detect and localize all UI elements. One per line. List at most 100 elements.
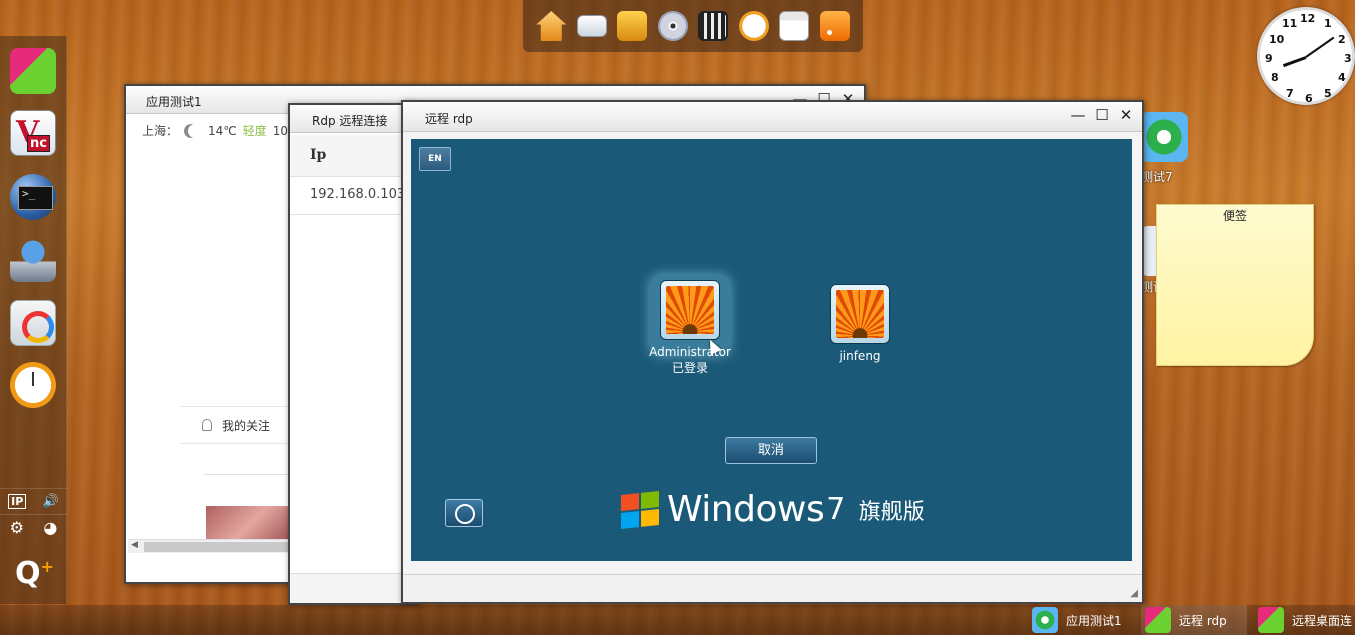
user-tile-administrator[interactable]: Administrator 已登录: [640, 275, 740, 376]
clock-number-8: 8: [1271, 71, 1279, 84]
weather-widget: 上海： 14℃ 轻度 108: [142, 122, 296, 139]
maximize-button[interactable]: ☐: [1094, 105, 1110, 125]
analog-clock: 12 1 2 3 4 5 6 7 8 9 10 11: [1257, 7, 1355, 105]
sidebar-tools: IP 🔊 ⚙ ◕: [0, 488, 67, 540]
rdp-connect-window[interactable]: Rdp 远程连接 Ip 192.168.0.103: [288, 103, 418, 605]
remote-rdp-icon: [1145, 607, 1171, 633]
ip-icon[interactable]: IP: [8, 494, 27, 509]
user-name: jinfeng: [839, 349, 881, 363]
brand-version: 7: [826, 492, 845, 527]
ease-of-access-button[interactable]: [445, 499, 483, 527]
clock-number-12: 12: [1300, 12, 1316, 25]
app-test1-icon: [1032, 607, 1058, 633]
taskbar-item-remote-desktop[interactable]: 远程桌面连: [1254, 605, 1352, 635]
briefcase-icon[interactable]: [617, 11, 648, 41]
minimize-button[interactable]: —: [1070, 105, 1086, 125]
monitor-icon[interactable]: [10, 300, 56, 346]
desktop-app-test7-label: 测试7: [1141, 170, 1173, 184]
close-button[interactable]: ✕: [1118, 105, 1134, 125]
language-button[interactable]: EN: [419, 147, 451, 171]
qq-plus: +: [40, 557, 54, 576]
brand-windows: Windows: [667, 489, 825, 530]
rdp-connect-titlebar[interactable]: Rdp 远程连接: [290, 105, 416, 133]
app-test1-title: 应用测试1: [146, 95, 202, 109]
taskbar-item-app-test1[interactable]: 应用测试1: [1028, 605, 1122, 635]
volume-icon[interactable]: 🔊: [43, 494, 59, 509]
remote-rdp-title: 远程 rdp: [425, 112, 473, 126]
clock-number-1: 1: [1324, 17, 1332, 30]
windows-logo-icon: [621, 490, 659, 529]
flower-avatar-image: [836, 290, 884, 338]
clock-number-9: 9: [1265, 52, 1273, 65]
remote-rdp-titlebar[interactable]: 远程 rdp — ☐ ✕: [403, 102, 1142, 132]
clock-minute-hand: [1305, 36, 1335, 58]
user-avatar: [661, 281, 719, 339]
cd-icon[interactable]: [657, 11, 688, 41]
remote-rdp-window[interactable]: 远程 rdp — ☐ ✕ EN Administrator 已登录 jinfen…: [401, 100, 1144, 604]
clock-number-2: 2: [1338, 33, 1346, 46]
clock-number-3: 3: [1344, 52, 1352, 65]
cancel-button[interactable]: 取消: [725, 437, 817, 464]
remote-rdp-window-controls: — ☐ ✕: [1070, 105, 1134, 125]
weather-city: 上海：: [142, 124, 179, 138]
clock-number-6: 6: [1305, 92, 1313, 105]
taskbar: 应用测试1 远程 rdp 远程桌面连: [0, 605, 1355, 635]
scroll-left-arrow-icon[interactable]: ◀: [131, 540, 138, 550]
theme-icon[interactable]: ◕: [43, 518, 57, 537]
user-avatar: [831, 285, 889, 343]
film-icon[interactable]: [698, 11, 729, 41]
remote-desktop-icon: [1258, 607, 1284, 633]
clock-number-7: 7: [1286, 87, 1294, 100]
windows-brand: Windows 7 旗舰版: [621, 489, 925, 530]
ip-column-header: Ip: [290, 135, 416, 177]
scrollbar-thumb[interactable]: [144, 542, 294, 552]
user-tile-jinfeng[interactable]: jinfeng: [810, 285, 910, 363]
qq-letter: Q: [15, 556, 41, 591]
clock-number-4: 4: [1338, 71, 1346, 84]
desktop-app-test7-icon[interactable]: [1140, 112, 1188, 162]
taskbar-item-remote-rdp[interactable]: 远程 rdp: [1141, 605, 1247, 635]
clock-icon[interactable]: [738, 11, 769, 41]
clock-icon[interactable]: [10, 362, 56, 408]
qq-icon[interactable]: Q+: [15, 556, 54, 591]
file-manager-icon[interactable]: [10, 48, 56, 94]
resize-grip-icon[interactable]: ◢: [1130, 588, 1138, 599]
clock-number-11: 11: [1282, 17, 1298, 30]
clock-number-10: 10: [1269, 33, 1285, 46]
taskbar-item-label: 应用测试1: [1066, 613, 1122, 628]
horizontal-scrollbar[interactable]: ◀: [128, 539, 298, 553]
left-app-bar: V nc IP 🔊 ⚙ ◕ Q+: [0, 36, 67, 604]
calendar-icon[interactable]: [779, 11, 810, 41]
flower-avatar-image: [666, 286, 714, 334]
moon-icon: [188, 124, 202, 138]
terminal-icon[interactable]: [10, 174, 56, 220]
home-icon[interactable]: [536, 11, 567, 41]
taskbar-item-label: 远程桌面连: [1292, 613, 1353, 628]
settings-icon[interactable]: ⚙: [10, 518, 24, 537]
remote-desktop-screen[interactable]: EN Administrator 已登录 jinfeng 取消 Windows …: [411, 139, 1132, 561]
my-follow-label: 我的关注: [222, 419, 271, 433]
table-row[interactable]: 192.168.0.103: [290, 177, 416, 215]
user-status: 已登录: [671, 361, 708, 375]
weather-temp: 14℃: [208, 123, 237, 138]
sticky-note-title: 便签: [1222, 209, 1247, 223]
user-icon: [202, 419, 212, 431]
top-dock: [523, 0, 863, 52]
user-name: Administrator: [649, 345, 731, 359]
weather-air-quality: 轻度: [242, 124, 267, 138]
clock-number-5: 5: [1324, 87, 1332, 100]
thumbnail-image[interactable]: [206, 506, 296, 540]
vnc-icon[interactable]: V nc: [10, 110, 56, 156]
mail-icon[interactable]: [576, 15, 607, 37]
sidebar-tools-row-1: IP 🔊: [0, 488, 67, 514]
remote-rdp-statusbar: ◢: [403, 574, 1142, 602]
brand-edition: 旗舰版: [858, 499, 925, 525]
rdp-connect-footer: [290, 573, 416, 603]
taskbar-item-label: 远程 rdp: [1179, 613, 1227, 628]
sticky-note[interactable]: 便签: [1156, 204, 1314, 366]
sidebar-tools-row-2: ⚙ ◕: [0, 514, 67, 540]
rdp-connect-title: Rdp 远程连接: [312, 114, 388, 128]
rss-icon[interactable]: [819, 11, 850, 41]
scanner-icon[interactable]: [10, 236, 56, 282]
clock-hour-hand: [1282, 56, 1307, 68]
